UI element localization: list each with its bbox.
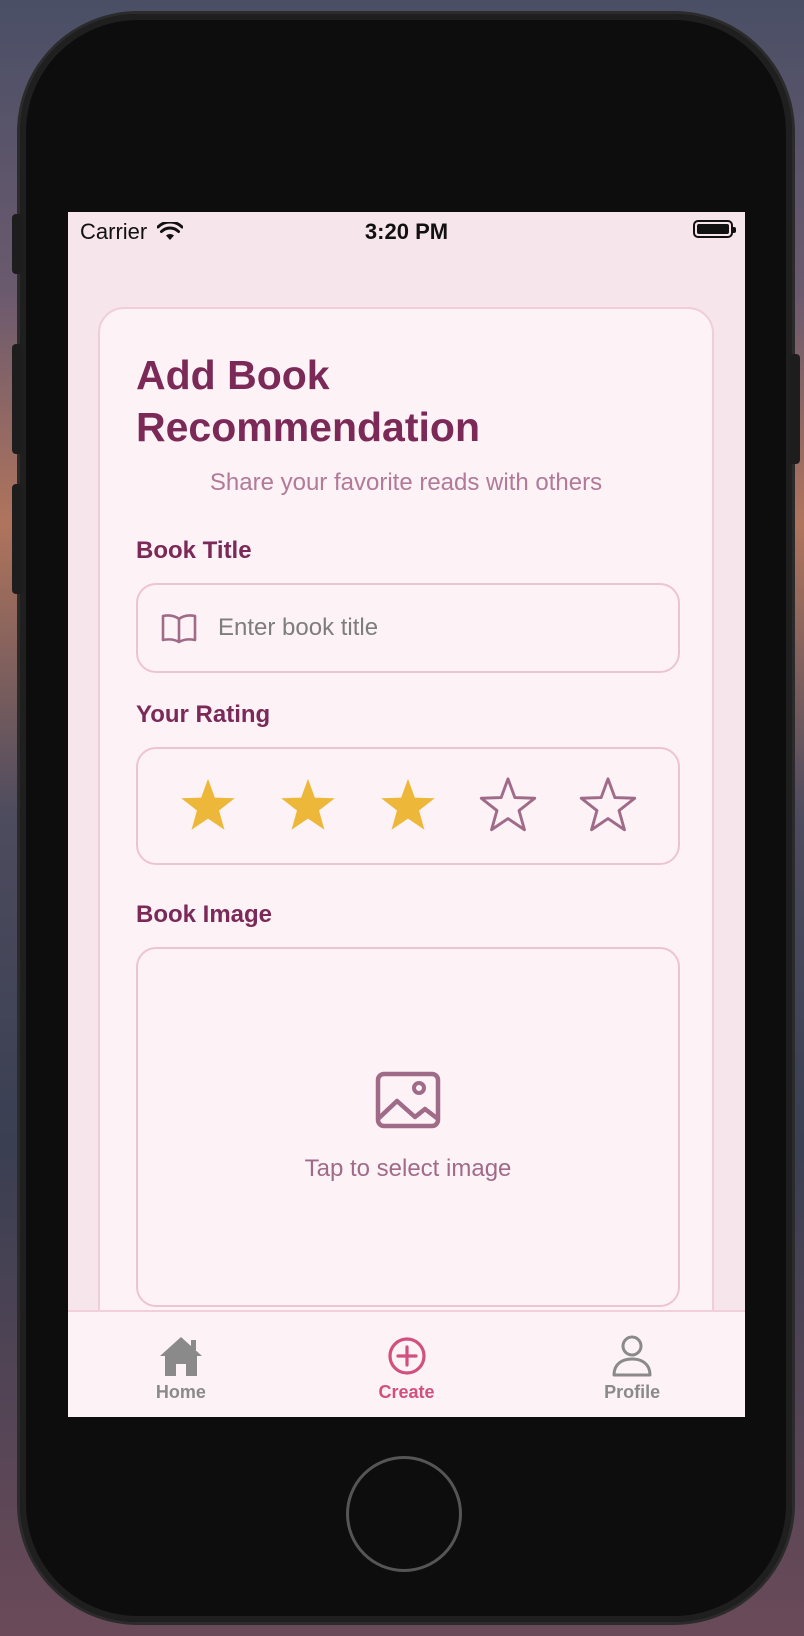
home-button[interactable] [346, 1456, 462, 1572]
status-time: 3:20 PM [364, 219, 449, 244]
tab-create-label: Create [378, 1382, 435, 1402]
book-open-icon [161, 614, 197, 644]
recommendation-form-card: Add Book Recommendation Share your favor… [98, 307, 714, 1407]
home-icon [159, 1337, 202, 1376]
volume-down-button [12, 484, 22, 594]
tab-create[interactable]: Create [294, 1312, 520, 1417]
star-filled-icon[interactable] [176, 775, 240, 837]
rating-label: Your Rating [136, 701, 271, 728]
image-icon [375, 1071, 441, 1129]
book-image-label: Book Image [136, 901, 273, 928]
tab-profile[interactable]: Profile [519, 1312, 745, 1417]
status-bar: Carrier 3:20 PM [68, 212, 745, 250]
tab-profile-label: Profile [604, 1382, 661, 1402]
page-subtitle: Share your favorite reads with others [209, 469, 603, 496]
star-empty-icon[interactable] [576, 775, 640, 837]
book-title-label: Book Title [136, 537, 252, 564]
book-title-input[interactable] [216, 613, 640, 643]
tab-home-label: Home [155, 1382, 206, 1402]
tab-bar: Home Create Profile [68, 1310, 745, 1417]
page-title: Add Book Recommendation [136, 352, 480, 450]
image-picker-prompt: Tap to select image [304, 1155, 512, 1182]
image-picker[interactable]: Tap to select image [136, 947, 680, 1307]
app-screen: Carrier 3:20 PM Add Book Recommendation … [68, 212, 745, 1417]
battery-icon [693, 220, 736, 238]
star-filled-icon[interactable] [376, 775, 440, 837]
volume-up-button [12, 344, 22, 454]
tab-home[interactable]: Home [68, 1312, 294, 1417]
power-button [790, 354, 800, 464]
plus-circle-icon [387, 1337, 426, 1375]
mute-switch [12, 214, 22, 274]
profile-icon [612, 1335, 652, 1377]
star-empty-icon[interactable] [476, 775, 540, 837]
book-title-field[interactable] [136, 583, 680, 673]
rating-selector [136, 747, 680, 865]
star-filled-icon[interactable] [276, 775, 340, 837]
